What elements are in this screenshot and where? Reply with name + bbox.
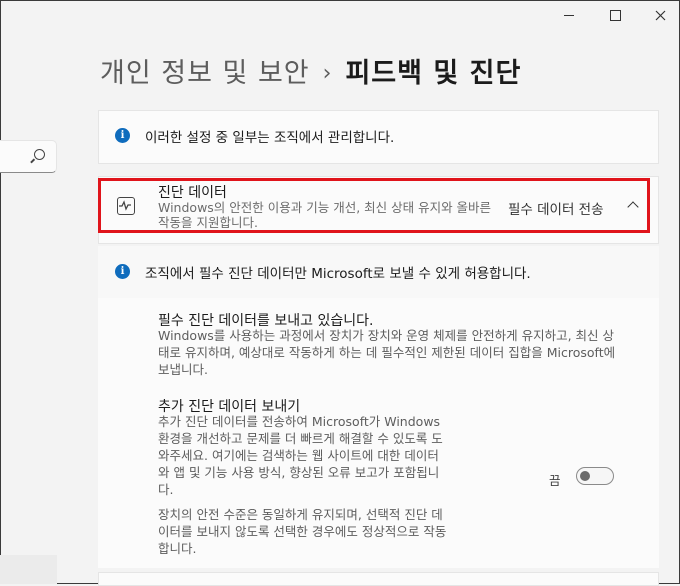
toggle-knob <box>580 471 590 481</box>
search-input[interactable] <box>0 140 57 173</box>
breadcrumb: 개인 정보 및 보안 › 피드백 및 진단 <box>100 51 521 90</box>
sidebar-item[interactable] <box>0 555 57 584</box>
info-icon: i <box>115 264 130 279</box>
close-icon <box>655 10 665 20</box>
toggle-state-label: 끔 <box>549 473 561 488</box>
breadcrumb-separator-icon: › <box>322 61 333 86</box>
optional-data-toggle[interactable] <box>576 467 614 485</box>
optional-data-note: 장치의 안전 수준은 동일하게 유지되며, 선택적 진단 데이터를 보내지 않도… <box>158 507 447 556</box>
page-title: 피드백 및 진단 <box>345 58 522 89</box>
close-button[interactable] <box>648 6 672 24</box>
managed-notice-text: 이러한 설정 중 일부는 조직에서 관리합니다. <box>145 130 395 146</box>
optional-data-description: 추가 진단 데이터를 전송하여 Microsoft가 Windows 환경을 개… <box>158 414 443 497</box>
search-icon <box>34 149 45 160</box>
minimize-button[interactable] <box>557 6 581 24</box>
highlight-box <box>98 178 650 233</box>
maximize-button[interactable] <box>603 6 627 24</box>
breadcrumb-parent[interactable]: 개인 정보 및 보안 <box>100 58 310 89</box>
info-icon: i <box>115 128 130 143</box>
org-notice-text: 조직에서 필수 진단 데이터만 Microsoft로 보낼 수 있게 허용합니다… <box>145 266 531 282</box>
required-data-description: Windows를 사용하는 과정에서 장치가 장치와 운영 체제를 안전하게 유… <box>158 328 616 377</box>
